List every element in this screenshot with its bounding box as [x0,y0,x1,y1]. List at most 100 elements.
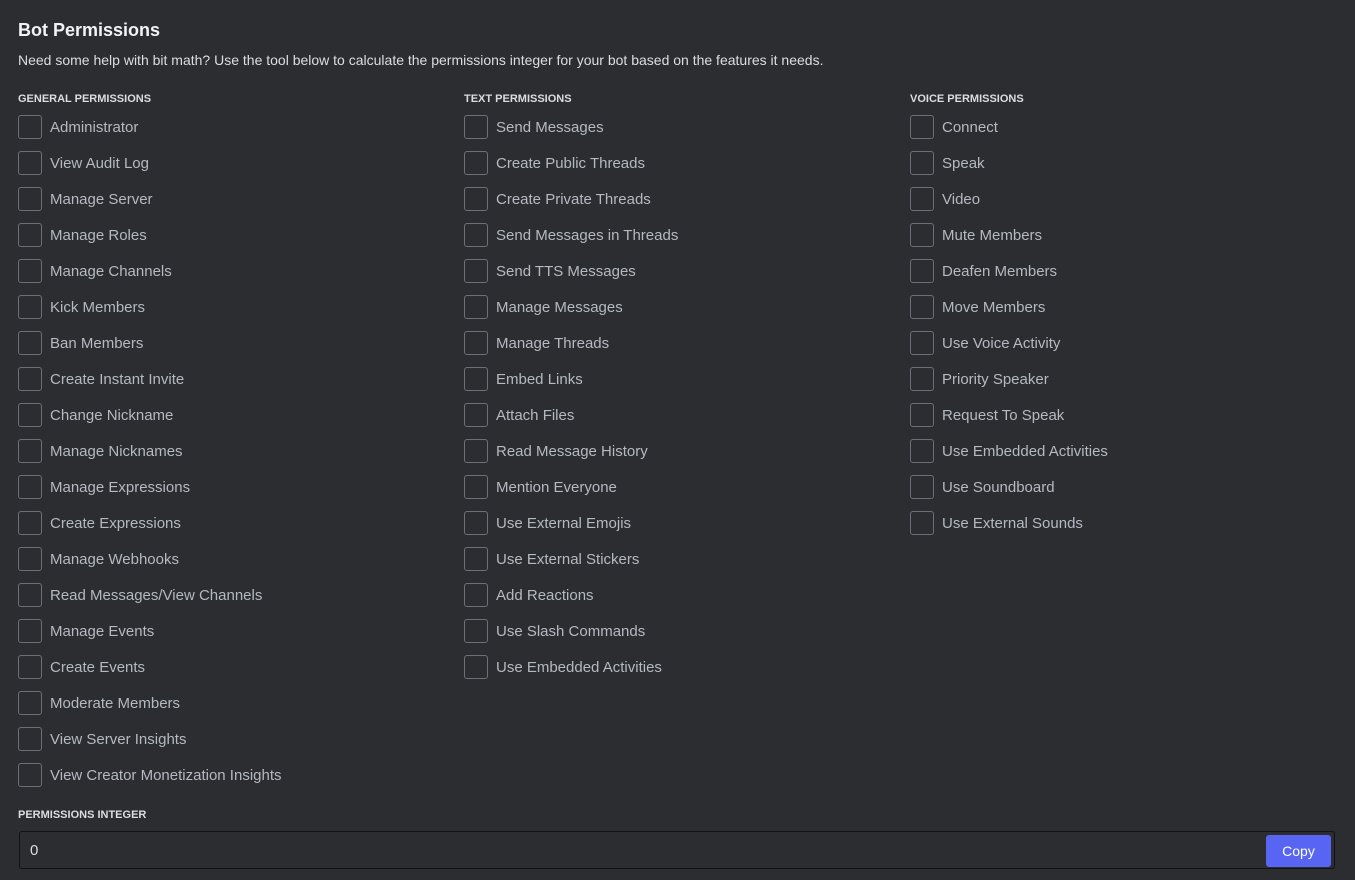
checkbox[interactable] [18,475,42,499]
checkbox[interactable] [464,655,488,679]
checkbox[interactable] [18,223,42,247]
checkbox[interactable] [18,331,42,355]
permission-checkbox-row[interactable]: Ban Members [18,325,458,361]
permission-checkbox-row[interactable]: Request To Speak [910,397,1350,433]
copy-button[interactable]: Copy [1266,835,1331,867]
permission-checkbox-row[interactable]: Read Message History [464,433,904,469]
permission-checkbox-row[interactable]: Manage Channels [18,253,458,289]
checkbox[interactable] [464,295,488,319]
permission-checkbox-row[interactable]: Create Expressions [18,505,458,541]
permission-label: Read Messages/View Channels [50,586,263,604]
permission-checkbox-row[interactable]: Mute Members [910,217,1350,253]
checkbox[interactable] [464,115,488,139]
checkbox[interactable] [18,511,42,535]
checkbox[interactable] [910,223,934,247]
permission-checkbox-row[interactable]: Use External Emojis [464,505,904,541]
checkbox[interactable] [18,151,42,175]
permission-checkbox-row[interactable]: Use Slash Commands [464,613,904,649]
permission-checkbox-row[interactable]: Send Messages [464,109,904,145]
checkbox[interactable] [18,115,42,139]
permission-checkbox-row[interactable]: Add Reactions [464,577,904,613]
checkbox[interactable] [464,331,488,355]
permission-checkbox-row[interactable]: View Audit Log [18,145,458,181]
permission-checkbox-row[interactable]: Use External Stickers [464,541,904,577]
permission-checkbox-row[interactable]: Read Messages/View Channels [18,577,458,613]
permission-checkbox-row[interactable]: Manage Roles [18,217,458,253]
checkbox[interactable] [18,727,42,751]
permission-checkbox-row[interactable]: Video [910,181,1350,217]
checkbox[interactable] [910,259,934,283]
checkbox[interactable] [18,259,42,283]
page-description: Need some help with bit math? Use the to… [18,52,824,68]
checkbox[interactable] [464,475,488,499]
checkbox[interactable] [464,151,488,175]
checkbox[interactable] [464,547,488,571]
checkbox[interactable] [18,403,42,427]
checkbox[interactable] [464,439,488,463]
permission-checkbox-row[interactable]: Move Members [910,289,1350,325]
checkbox[interactable] [18,619,42,643]
checkbox[interactable] [18,439,42,463]
permission-checkbox-row[interactable]: Create Private Threads [464,181,904,217]
checkbox[interactable] [18,583,42,607]
permission-checkbox-row[interactable]: Use Voice Activity [910,325,1350,361]
permission-checkbox-row[interactable]: Embed Links [464,361,904,397]
checkbox[interactable] [464,619,488,643]
checkbox[interactable] [464,403,488,427]
permission-checkbox-row[interactable]: Manage Events [18,613,458,649]
checkbox[interactable] [910,295,934,319]
permission-checkbox-row[interactable]: Speak [910,145,1350,181]
permission-checkbox-row[interactable]: Send Messages in Threads [464,217,904,253]
checkbox[interactable] [910,187,934,211]
permission-checkbox-row[interactable]: Manage Threads [464,325,904,361]
permission-checkbox-row[interactable]: Manage Webhooks [18,541,458,577]
permission-checkbox-row[interactable]: Connect [910,109,1350,145]
checkbox[interactable] [18,691,42,715]
permission-checkbox-row[interactable]: Create Instant Invite [18,361,458,397]
permission-checkbox-row[interactable]: Use Embedded Activities [910,433,1350,469]
permission-checkbox-row[interactable]: Manage Messages [464,289,904,325]
checkbox[interactable] [910,151,934,175]
permission-checkbox-row[interactable]: Change Nickname [18,397,458,433]
checkbox[interactable] [18,187,42,211]
checkbox[interactable] [910,403,934,427]
permission-label: Create Public Threads [496,154,645,172]
checkbox[interactable] [464,223,488,247]
permission-checkbox-row[interactable]: Use Embedded Activities [464,649,904,685]
checkbox[interactable] [18,547,42,571]
permission-checkbox-row[interactable]: Manage Server [18,181,458,217]
permission-checkbox-row[interactable]: Manage Expressions [18,469,458,505]
checkbox[interactable] [464,583,488,607]
checkbox[interactable] [18,655,42,679]
checkbox[interactable] [910,367,934,391]
permission-label: View Server Insights [50,730,187,748]
permission-checkbox-row[interactable]: Mention Everyone [464,469,904,505]
checkbox[interactable] [910,511,934,535]
checkbox[interactable] [910,115,934,139]
permission-checkbox-row[interactable]: Attach Files [464,397,904,433]
checkbox[interactable] [18,763,42,787]
permissions-integer-input[interactable] [30,842,1230,859]
checkbox[interactable] [464,259,488,283]
permission-checkbox-row[interactable]: Administrator [18,109,458,145]
permission-checkbox-row[interactable]: Send TTS Messages [464,253,904,289]
permission-checkbox-row[interactable]: Moderate Members [18,685,458,721]
checkbox[interactable] [18,367,42,391]
permission-checkbox-row[interactable]: Manage Nicknames [18,433,458,469]
checkbox[interactable] [910,439,934,463]
checkbox[interactable] [910,475,934,499]
checkbox[interactable] [464,367,488,391]
permission-checkbox-row[interactable]: Kick Members [18,289,458,325]
checkbox[interactable] [910,331,934,355]
permission-checkbox-row[interactable]: Create Public Threads [464,145,904,181]
permission-checkbox-row[interactable]: Create Events [18,649,458,685]
permission-checkbox-row[interactable]: View Creator Monetization Insights [18,757,458,793]
permission-checkbox-row[interactable]: Use Soundboard [910,469,1350,505]
permission-checkbox-row[interactable]: Use External Sounds [910,505,1350,541]
checkbox[interactable] [464,511,488,535]
permission-checkbox-row[interactable]: View Server Insights [18,721,458,757]
permission-checkbox-row[interactable]: Priority Speaker [910,361,1350,397]
permission-checkbox-row[interactable]: Deafen Members [910,253,1350,289]
checkbox[interactable] [464,187,488,211]
checkbox[interactable] [18,295,42,319]
